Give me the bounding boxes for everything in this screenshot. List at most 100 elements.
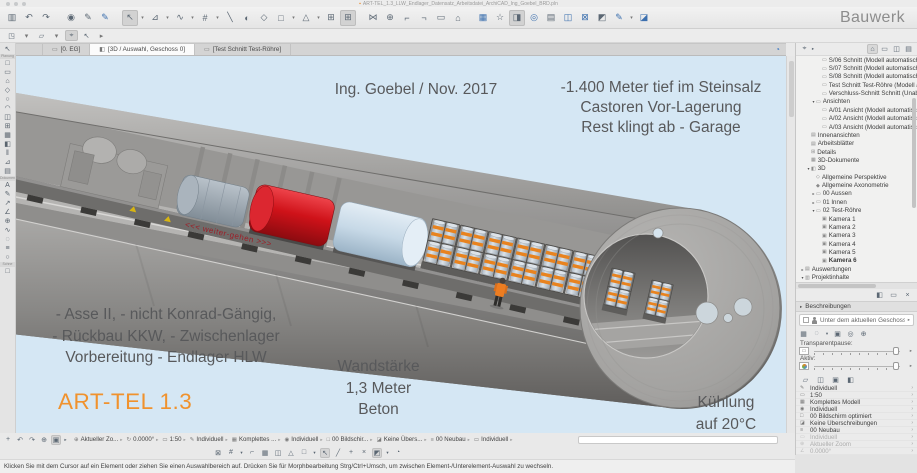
- nav-control-icon[interactable]: ↶: [15, 435, 25, 445]
- toolbar-button-icon[interactable]: ✎: [97, 10, 113, 26]
- toolbar-button-icon[interactable]: [467, 10, 474, 26]
- tab-overview-icon[interactable]: ◔: [775, 45, 780, 54]
- snap-toggle-icon[interactable]: ▾: [239, 448, 244, 458]
- palette-tool[interactable]: ✎: [0, 190, 15, 199]
- toolbar-button-icon[interactable]: ↖: [122, 10, 138, 26]
- toolbar-button-icon[interactable]: [114, 10, 121, 26]
- toolbar-button-icon[interactable]: ◨: [509, 10, 525, 26]
- tree-item[interactable]: ▤ Arbeitsblätter: [796, 140, 917, 148]
- palette-tool[interactable]: ○: [0, 95, 15, 104]
- section-header-beschreibungen[interactable]: ▸ Beschreibungen: [796, 301, 917, 312]
- tree-item[interactable]: ▾ ▥ Projektinhalte: [796, 273, 917, 281]
- snap-toggle-icon[interactable]: ▾: [385, 448, 390, 458]
- tree-item[interactable]: ▣ Kamera 6: [796, 257, 917, 265]
- nav-control-icon[interactable]: ⊕: [39, 435, 49, 445]
- slider-color-swatch[interactable]: [799, 362, 809, 370]
- palette-tool[interactable]: ○: [0, 253, 15, 262]
- toolbar-button-icon[interactable]: ◪: [636, 10, 652, 26]
- navigator-header-icon[interactable]: ▸: [810, 44, 816, 54]
- palette-tool[interactable]: ⊿: [0, 158, 15, 167]
- quick-option[interactable]: ↻ 0.0000° ▸: [126, 436, 158, 443]
- tree-item[interactable]: ⊞ Details: [796, 148, 917, 156]
- tree-item[interactable]: ▤ Innenansichten: [796, 131, 917, 139]
- tree-scrollbar[interactable]: [912, 98, 916, 208]
- checkbox[interactable]: [803, 317, 809, 323]
- tracker-input[interactable]: [578, 436, 778, 444]
- view-tab[interactable]: ▭ [0. EG]: [42, 44, 90, 55]
- toolbar-button-icon[interactable]: #: [197, 10, 213, 26]
- navigator-action-icon[interactable]: ◧: [874, 290, 885, 300]
- toolbar-button-icon[interactable]: ▾: [214, 10, 221, 26]
- toolbar-button-icon[interactable]: ◉: [63, 10, 79, 26]
- navigator-header-icon[interactable]: ⌖: [799, 44, 810, 54]
- toolbar-button-icon[interactable]: ↶: [21, 10, 37, 26]
- tree-item[interactable]: ▭ S/08 Schnitt (Modell automatisch wiede…: [796, 73, 917, 81]
- tree-item[interactable]: ◆ Allgemeine Axonometrie: [796, 181, 917, 189]
- palette-tool[interactable]: □: [0, 267, 15, 276]
- palette-tool[interactable]: ∿: [0, 226, 15, 235]
- snap-toggle-icon[interactable]: △: [286, 448, 296, 458]
- toolbar-button-icon[interactable]: ⌖: [65, 30, 78, 41]
- tree-item[interactable]: ▭ A/03 Ansicht (Modell automatisch wiede…: [796, 123, 917, 131]
- palette-tool[interactable]: ↗: [0, 199, 15, 208]
- toolbar-button-icon[interactable]: ✎: [80, 10, 96, 26]
- tree-item[interactable]: ▾ ◧ 3D: [796, 165, 917, 173]
- toolbar-button-icon[interactable]: ¬: [416, 10, 432, 26]
- snap-toggle-icon[interactable]: +: [346, 448, 356, 458]
- snap-toggle-icon[interactable]: ×: [359, 448, 369, 458]
- toolbar-button-icon[interactable]: ⊿: [147, 10, 163, 26]
- palette-tool[interactable]: ↖: [0, 45, 15, 54]
- tree-item[interactable]: ▣ Kamera 1: [796, 215, 917, 223]
- toolbar-button-icon[interactable]: ◎: [526, 10, 542, 26]
- palette-tool[interactable]: ◠: [0, 104, 15, 113]
- toolbar-button-icon[interactable]: ▾: [139, 10, 146, 26]
- quick-option[interactable]: ◉ Individuell ▸: [284, 436, 322, 443]
- trace-tool-icon[interactable]: ▾: [824, 329, 830, 339]
- tree-item[interactable]: ▾ ▭ Ansichten: [796, 98, 917, 106]
- nav-control-icon[interactable]: ↷: [27, 435, 37, 445]
- trace-tool-icon[interactable]: ◧: [845, 375, 856, 385]
- toolbar-button-icon[interactable]: ▱: [35, 30, 48, 41]
- toolbar-button-icon[interactable]: ⌐: [399, 10, 415, 26]
- toolbar-button-icon[interactable]: ▸: [95, 30, 108, 41]
- tree-item[interactable]: ▭ S/06 Schnitt (Modell automatisch wiede…: [796, 56, 917, 64]
- tree-item[interactable]: ▸ ▤ Auswertungen: [796, 265, 917, 273]
- tree-item[interactable]: ▭ A/01 Ansicht (Modell automatisch wiede…: [796, 106, 917, 114]
- toolbar-button-icon[interactable]: ☆: [492, 10, 508, 26]
- tree-item[interactable]: ▦ 3D-Dokumente: [796, 156, 917, 164]
- palette-tool[interactable]: ▦: [0, 131, 15, 140]
- quick-option[interactable]: ◪ Keine Übers... ▸: [377, 436, 427, 443]
- navigator-map-icon[interactable]: ▭: [879, 44, 890, 54]
- palette-tool[interactable]: ≡: [0, 244, 15, 253]
- tree-item[interactable]: ▭ Verschluss-Schnitt Schnitt (Unabhängig…: [796, 89, 917, 97]
- toolbar-button-icon[interactable]: ▾: [50, 30, 63, 41]
- toolbar-button-icon[interactable]: ▾: [290, 10, 297, 26]
- toolbar-button-icon[interactable]: □: [273, 10, 289, 26]
- palette-tool[interactable]: ◧: [0, 140, 15, 149]
- trace-tool-icon[interactable]: ▣: [832, 329, 843, 339]
- toolbar-button-icon[interactable]: ⊠: [577, 10, 593, 26]
- slider-thumb[interactable]: [893, 347, 899, 355]
- slider-thumb[interactable]: [893, 362, 899, 370]
- toolbar-button-icon[interactable]: ▾: [20, 30, 33, 41]
- navigator-action-icon[interactable]: ▭: [888, 290, 899, 300]
- snap-toggle-icon[interactable]: ╱: [333, 448, 343, 458]
- toolbar-button-icon[interactable]: [357, 10, 364, 26]
- view-tab[interactable]: ▭ [Test Schnitt Test-Röhre]: [195, 44, 291, 55]
- palette-tool[interactable]: ▭: [0, 68, 15, 77]
- tree-item[interactable]: ▭ Test Schnitt Test-Röhre (Modell automa…: [796, 81, 917, 89]
- navigator-map-icon[interactable]: ▤: [903, 44, 914, 54]
- snap-toggle-icon[interactable]: ▦: [260, 448, 270, 458]
- palette-tool[interactable]: ◇: [0, 86, 15, 95]
- nav-control-icon[interactable]: ▸: [63, 435, 68, 445]
- toolbar-button-icon[interactable]: △: [298, 10, 314, 26]
- toolbar-button-icon[interactable]: [55, 10, 62, 26]
- toolbar-button-icon[interactable]: ▾: [189, 10, 196, 26]
- tree-item[interactable]: ▣ Kamera 2: [796, 223, 917, 231]
- nav-control-icon[interactable]: +: [3, 435, 13, 445]
- trace-tool-icon[interactable]: ◌: [811, 329, 822, 339]
- quick-option[interactable]: ▭ Individuell ▸: [474, 436, 513, 443]
- tree-item[interactable]: ▣ Kamera 5: [796, 248, 917, 256]
- palette-tool[interactable]: ⊞: [0, 122, 15, 131]
- snap-toggle-icon[interactable]: □: [299, 448, 309, 458]
